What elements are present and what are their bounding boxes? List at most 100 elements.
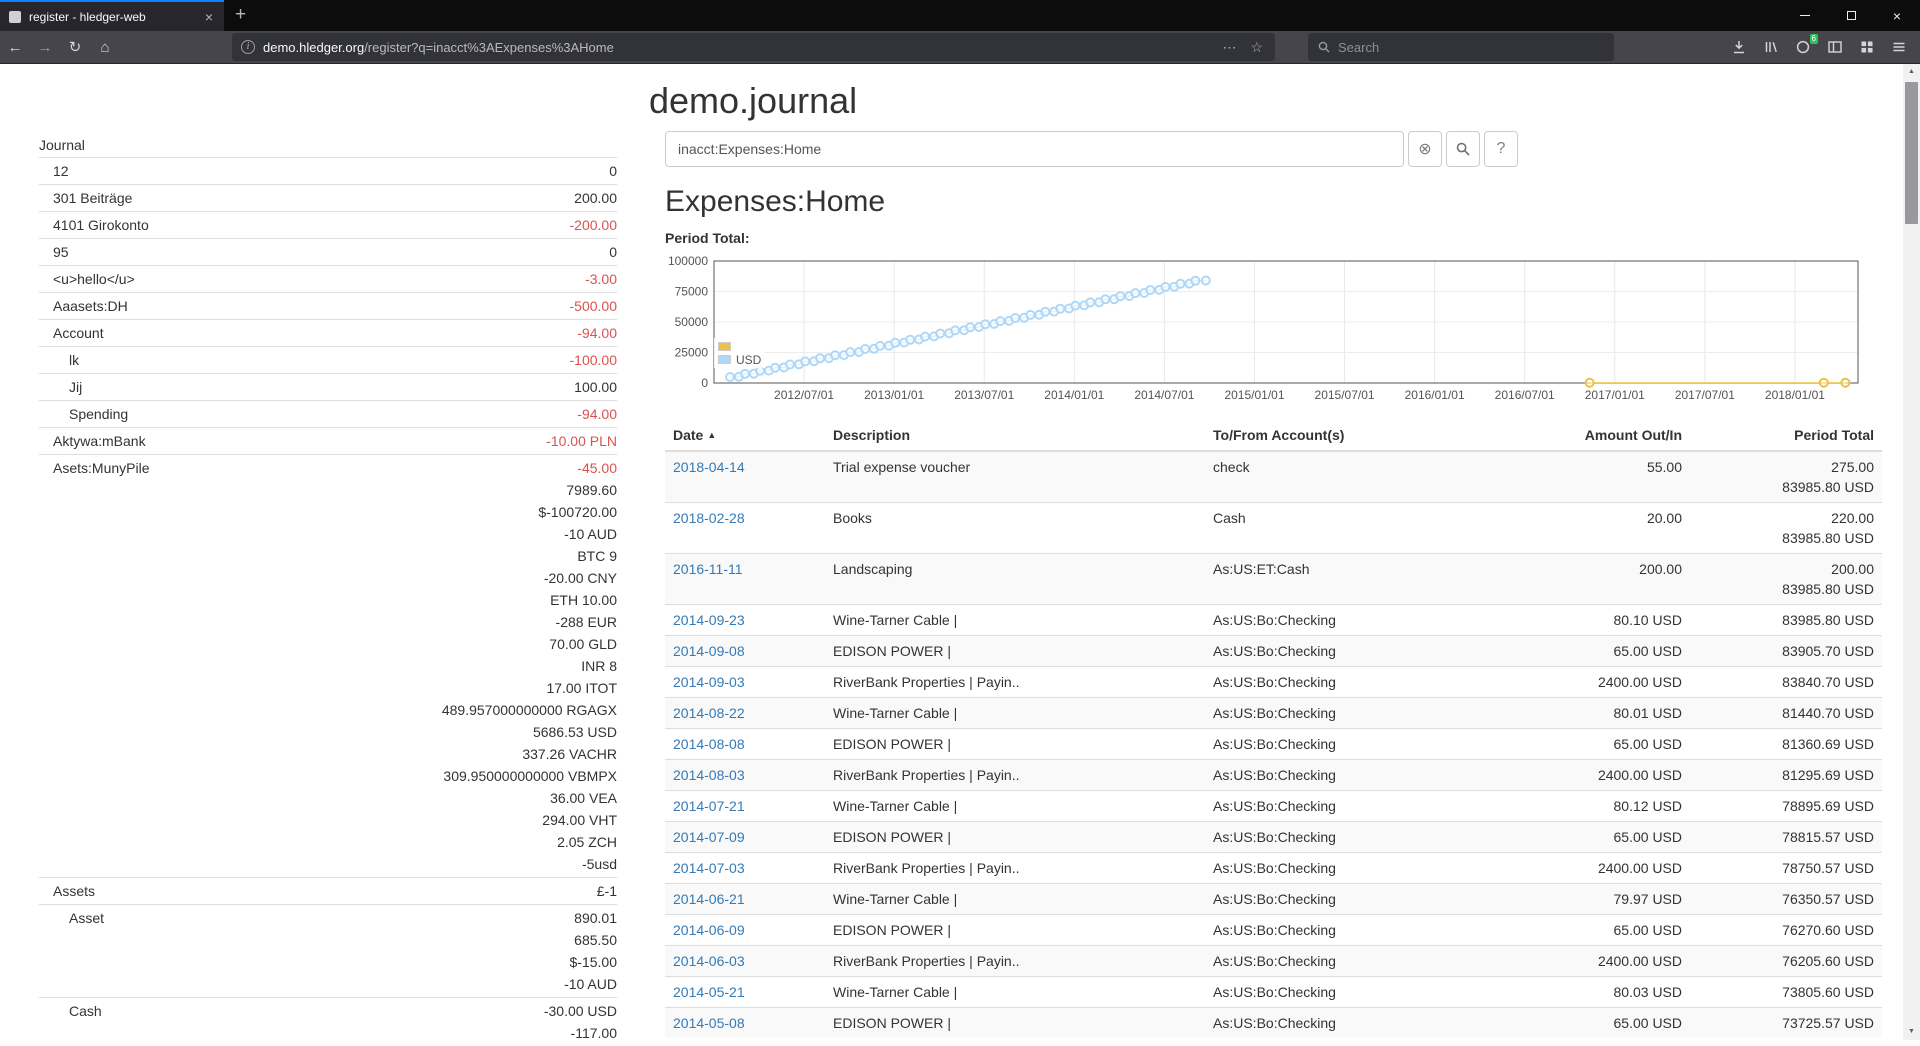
col-header-date[interactable]: Date▲ [665, 420, 825, 451]
transaction-date-link[interactable]: 2014-06-03 [673, 953, 745, 969]
period-total-label: Period Total: [665, 230, 750, 246]
balance-amount: -288 EUR [442, 611, 617, 633]
scroll-down-icon[interactable]: ▼ [1903, 1024, 1920, 1040]
page-scrollbar[interactable]: ▲ ▼ [1903, 64, 1920, 1040]
transaction-date-link[interactable]: 2018-02-28 [673, 510, 745, 526]
account-link[interactable]: Asets:MunyPile [39, 457, 149, 875]
transaction-account: As:US:ET:Cash [1205, 554, 1505, 605]
period-total: 76350.57 USD [1690, 884, 1882, 915]
scroll-up-icon[interactable]: ▲ [1903, 64, 1920, 80]
transaction-date-link[interactable]: 2014-07-03 [673, 860, 745, 876]
account-link[interactable]: Jij [39, 376, 82, 398]
library-icon[interactable] [1762, 38, 1780, 56]
transaction-date-link[interactable]: 2014-07-21 [673, 798, 745, 814]
account-link[interactable]: 12 [39, 160, 69, 182]
transaction-date-link[interactable]: 2014-08-03 [673, 767, 745, 783]
window-minimize-button[interactable] [1782, 0, 1828, 31]
account-link[interactable]: 4101 Girokonto [39, 214, 149, 236]
account-row: Account-94.00 [39, 319, 617, 346]
grid-icon[interactable] [1858, 38, 1876, 56]
reload-button[interactable]: ↻ [60, 38, 90, 56]
window-maximize-button[interactable] [1828, 0, 1874, 31]
scrollbar-thumb[interactable] [1905, 82, 1918, 224]
account-row: Jij 100.00 [39, 373, 617, 400]
help-button[interactable]: ? [1484, 131, 1518, 167]
transaction-amount: 20.00 [1505, 503, 1690, 554]
balance-amount: BTC 9 [442, 545, 617, 567]
period-total: 81295.69 USD [1690, 760, 1882, 791]
site-info-icon[interactable]: i [241, 40, 255, 54]
account-link[interactable]: Asset [39, 907, 104, 995]
browser-tab[interactable]: register - hledger-web × [0, 0, 224, 31]
extension-badge: 6 [1810, 34, 1818, 44]
transaction-amount: 65.00 USD [1505, 729, 1690, 760]
menu-icon[interactable] [1890, 38, 1908, 56]
transaction-date-link[interactable]: 2014-08-22 [673, 705, 745, 721]
window-close-button[interactable]: × [1874, 0, 1920, 31]
transaction-date-link[interactable]: 2014-07-09 [673, 829, 745, 845]
account-link[interactable]: Cash [39, 1000, 102, 1044]
account-link[interactable]: 301 Beiträge [39, 187, 132, 209]
svg-text:2015/07/01: 2015/07/01 [1315, 388, 1375, 402]
account-link[interactable]: Aaasets:DH [39, 295, 128, 317]
transaction-date-link[interactable]: 2014-06-21 [673, 891, 745, 907]
transaction-date-link[interactable]: 2016-11-11 [673, 561, 743, 577]
transaction-date-link[interactable]: 2014-09-08 [673, 643, 745, 659]
col-header-description[interactable]: Description [825, 420, 1205, 451]
url-bar[interactable]: i demo.hledger.org/register?q=inacct%3AE… [232, 33, 1275, 61]
page-actions-icon[interactable]: ⋯ [1219, 39, 1239, 56]
downloads-icon[interactable] [1730, 38, 1748, 56]
forward-button[interactable]: → [30, 39, 60, 56]
col-header-period-total[interactable]: Period Total [1690, 420, 1882, 451]
transaction-date-link[interactable]: 2014-09-23 [673, 612, 745, 628]
account-row: Aaasets:DH-500.00 [39, 292, 617, 319]
transaction-date-link[interactable]: 2018-04-14 [673, 459, 745, 475]
account-link[interactable]: lk [39, 349, 79, 371]
new-tab-button[interactable]: + [224, 0, 257, 31]
transaction-account: As:US:Bo:Checking [1205, 1008, 1505, 1039]
extension-icon[interactable]: 6 [1794, 38, 1812, 56]
account-row: Cash-30.00 USD-117.00 [39, 997, 617, 1046]
transaction-date-link[interactable]: 2014-06-09 [673, 922, 745, 938]
account-link[interactable]: 95 [39, 241, 69, 263]
svg-text:2017/07/01: 2017/07/01 [1675, 388, 1735, 402]
period-total: 200.0083985.80 USD [1690, 554, 1882, 605]
transaction-date-link[interactable]: 2014-08-08 [673, 736, 745, 752]
balance-amount: -3.00 [585, 268, 617, 290]
account-link[interactable]: Assets [39, 880, 95, 902]
transaction-amount: 55.00 [1505, 451, 1690, 503]
account-balance: 100.00 [574, 376, 617, 398]
browser-search-bar[interactable]: Search [1308, 33, 1614, 61]
tab-favicon-icon [9, 11, 21, 23]
transaction-date-link[interactable]: 2014-09-03 [673, 674, 745, 690]
transaction-amount: 2400.00 USD [1505, 667, 1690, 698]
register-row: 2014-05-08EDISON POWER |As:US:Bo:Checkin… [665, 1008, 1882, 1039]
query-input[interactable] [665, 131, 1404, 167]
account-row: 4101 Girokonto-200.00 [39, 211, 617, 238]
svg-text:75000: 75000 [675, 285, 709, 299]
balance-amount: ETH 10.00 [442, 589, 617, 611]
bookmark-star-icon[interactable]: ☆ [1247, 39, 1266, 56]
back-button[interactable]: ← [0, 39, 30, 56]
register-row: 2014-06-03RiverBank Properties | Payin..… [665, 946, 1882, 977]
account-link[interactable]: Aktywa:mBank [39, 430, 146, 452]
transaction-date-link[interactable]: 2014-05-21 [673, 984, 745, 1000]
url-text[interactable]: demo.hledger.org/register?q=inacct%3AExp… [263, 40, 1211, 55]
period-total: 275.0083985.80 USD [1690, 451, 1882, 503]
account-link[interactable]: Account [39, 322, 104, 344]
col-header-amount[interactable]: Amount Out/In [1505, 420, 1690, 451]
period-total-line: 83840.70 USD [1698, 672, 1874, 692]
account-link[interactable]: Spending [39, 403, 128, 425]
clear-query-button[interactable]: ⊗ [1408, 131, 1442, 167]
transaction-account: As:US:Bo:Checking [1205, 791, 1505, 822]
sidebar-toggle-icon[interactable] [1826, 38, 1844, 56]
transaction-description: EDISON POWER | [825, 915, 1205, 946]
tab-close-icon[interactable]: × [203, 9, 215, 25]
home-button[interactable]: ⌂ [90, 39, 120, 56]
legend-entry [718, 340, 761, 353]
journal-link[interactable]: Journal [39, 134, 85, 156]
account-link[interactable]: <u>hello</u> [39, 268, 135, 290]
transaction-date-link[interactable]: 2014-05-08 [673, 1015, 745, 1031]
submit-search-button[interactable] [1446, 131, 1480, 167]
col-header-account[interactable]: To/From Account(s) [1205, 420, 1505, 451]
